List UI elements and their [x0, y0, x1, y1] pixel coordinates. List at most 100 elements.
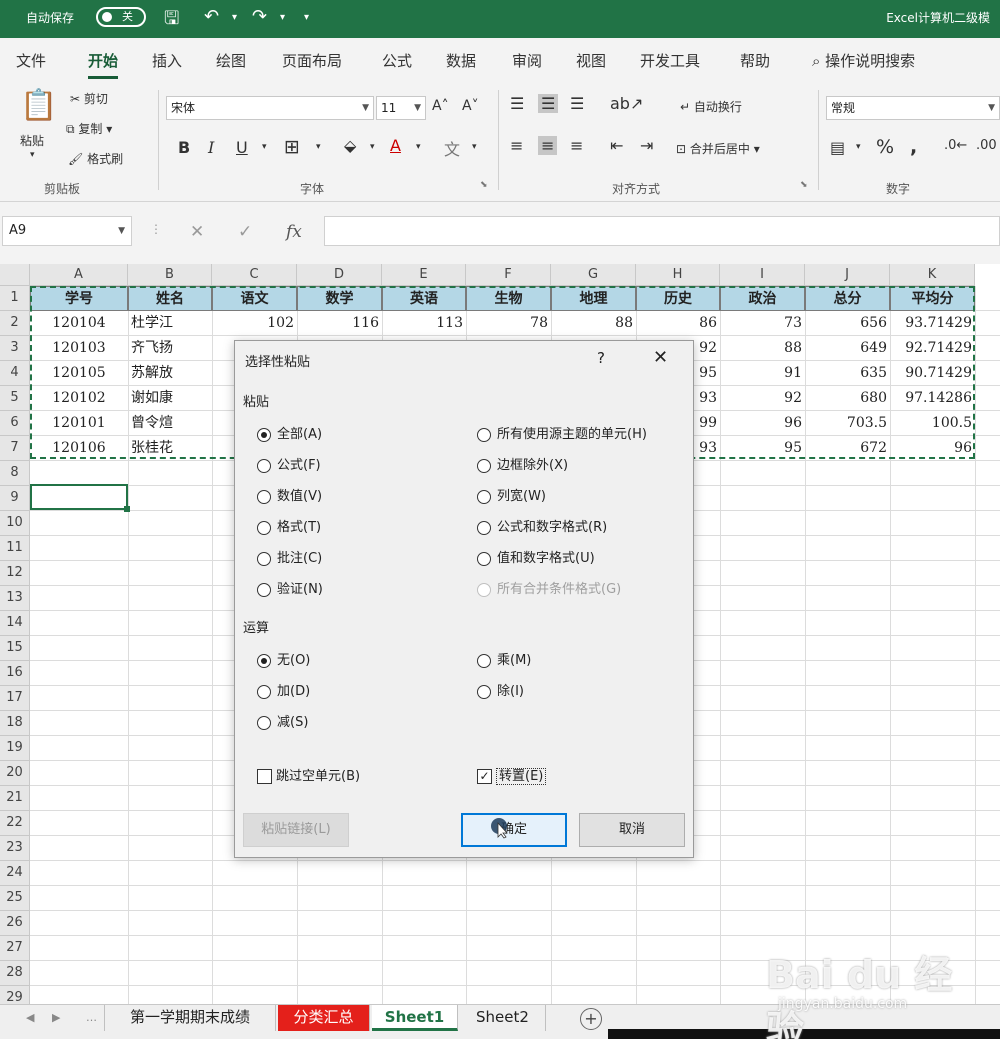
merge-center-button[interactable]: ⊡ 合并后居中 ▾ [676, 140, 760, 157]
help-button[interactable]: ? [597, 349, 605, 367]
radio-option[interactable]: 数值(V) [257, 485, 322, 504]
radio-option[interactable]: 列宽(W) [477, 485, 546, 504]
comma-icon[interactable]: , [910, 136, 917, 158]
row-header[interactable]: 16 [0, 661, 30, 686]
sheet-tab-sheet2[interactable]: Sheet2 [460, 1005, 546, 1031]
number-format-combo[interactable]: 常规 ▼ [826, 96, 1000, 120]
paste-icon[interactable]: 📋 [20, 88, 57, 123]
font-name-combo[interactable]: 宋体 ▼ [166, 96, 374, 120]
radio-option[interactable]: 批注(C) [257, 547, 322, 566]
row-header[interactable]: 3 [0, 336, 30, 361]
underline-dropdown-icon[interactable]: ▾ [262, 142, 267, 152]
tab-formulas[interactable]: 公式 [382, 50, 412, 71]
transpose-checkbox[interactable]: ✓ 转置(E) [477, 765, 547, 785]
cut-button[interactable]: ✂ 剪切 [70, 90, 108, 107]
cancel-icon[interactable]: ✕ [190, 222, 204, 242]
undo-dropdown-icon[interactable]: ▾ [232, 12, 237, 23]
radio-option[interactable]: 值和数字格式(U) [477, 547, 595, 566]
decrease-indent-icon[interactable]: ⇤ [610, 136, 623, 155]
row-header[interactable]: 17 [0, 686, 30, 711]
tab-page-layout[interactable]: 页面布局 [282, 50, 342, 71]
more-sheets-icon[interactable]: … [86, 1011, 97, 1024]
enter-icon[interactable]: ✓ [238, 222, 252, 242]
decrease-decimal-icon[interactable]: .00 [976, 138, 997, 153]
row-header[interactable]: 28 [0, 961, 30, 986]
tab-home[interactable]: 开始 [88, 50, 119, 79]
column-header[interactable]: G [551, 264, 636, 286]
row-header[interactable]: 13 [0, 586, 30, 611]
radio-option[interactable]: 除(I) [477, 680, 524, 699]
paste-dropdown-icon[interactable]: ▾ [30, 150, 35, 160]
row-header[interactable]: 9 [0, 486, 30, 511]
row-header[interactable]: 12 [0, 561, 30, 586]
fill-dropdown-icon[interactable]: ▾ [370, 142, 375, 152]
row-header[interactable]: 21 [0, 786, 30, 811]
column-header[interactable]: J [805, 264, 890, 286]
increase-decimal-icon[interactable]: .0← [944, 138, 967, 153]
row-header[interactable]: 25 [0, 886, 30, 911]
row-header[interactable]: 7 [0, 436, 30, 461]
column-header[interactable]: K [890, 264, 975, 286]
orientation-icon[interactable]: ab↗ [610, 94, 643, 113]
format-painter-button[interactable]: 🖌 格式刷 [68, 150, 123, 167]
radio-option[interactable]: 验证(N) [257, 578, 323, 597]
increase-indent-icon[interactable]: ⇥ [640, 136, 653, 155]
row-header[interactable]: 14 [0, 611, 30, 636]
row-header[interactable]: 23 [0, 836, 30, 861]
dialog-launcher-icon[interactable]: ⬊ [800, 180, 808, 190]
row-header[interactable]: 11 [0, 536, 30, 561]
percent-icon[interactable]: % [876, 136, 894, 158]
align-left-icon[interactable]: ≡ [510, 136, 523, 155]
radio-option[interactable]: 公式(F) [257, 454, 321, 473]
paste-button[interactable]: 粘贴 [20, 132, 44, 149]
phonetic-icon[interactable]: 文 [444, 136, 460, 160]
column-header[interactable]: F [466, 264, 551, 286]
paste-link-button[interactable]: 粘贴链接(L) [243, 813, 349, 847]
row-header[interactable]: 19 [0, 736, 30, 761]
next-sheet-icon[interactable]: ▶ [52, 1011, 60, 1024]
undo-icon[interactable]: ↶ [204, 6, 219, 27]
align-right-icon[interactable]: ≡ [570, 136, 583, 155]
radio-option[interactable]: 无(O) [257, 649, 310, 668]
name-box[interactable]: A9 ▼ [2, 216, 132, 246]
column-header[interactable]: C [212, 264, 297, 286]
row-header[interactable]: 1 [0, 286, 30, 311]
radio-option[interactable]: 加(D) [257, 680, 310, 699]
radio-option[interactable]: 所有合并条件格式(G) [477, 578, 621, 597]
wrap-text-button[interactable]: ↵ 自动换行 [680, 98, 742, 115]
row-header[interactable]: 15 [0, 636, 30, 661]
row-header[interactable]: 10 [0, 511, 30, 536]
skip-blanks-checkbox[interactable]: 跳过空单元(B) [257, 765, 360, 784]
phonetic-dropdown-icon[interactable]: ▾ [472, 142, 477, 152]
font-size-combo[interactable]: 11 ▼ [376, 96, 426, 120]
redo-dropdown-icon[interactable]: ▾ [280, 12, 285, 23]
radio-option[interactable]: 公式和数字格式(R) [477, 516, 607, 535]
customize-toolbar-icon[interactable]: ▾ [304, 12, 309, 23]
fill-color-icon[interactable]: ⬙ [344, 136, 356, 155]
bold-icon[interactable]: B [178, 138, 190, 157]
ok-button[interactable]: 确定 [461, 813, 567, 847]
column-header[interactable]: D [297, 264, 382, 286]
radio-option[interactable]: 格式(T) [257, 516, 321, 535]
redo-icon[interactable]: ↷ [252, 6, 267, 27]
row-header[interactable]: 4 [0, 361, 30, 386]
align-bottom-icon[interactable]: ☰ [570, 94, 584, 113]
font-color-dropdown-icon[interactable]: ▾ [416, 142, 421, 152]
row-header[interactable]: 2 [0, 311, 30, 336]
tab-help[interactable]: 帮助 [740, 50, 770, 71]
row-header[interactable]: 29 [0, 986, 30, 1004]
column-header[interactable]: E [382, 264, 466, 286]
decrease-font-icon[interactable]: A˅ [462, 98, 479, 114]
column-header[interactable]: B [128, 264, 212, 286]
column-header[interactable]: H [636, 264, 720, 286]
row-header[interactable]: 6 [0, 411, 30, 436]
radio-option[interactable]: 全部(A) [257, 423, 322, 442]
row-header[interactable]: 8 [0, 461, 30, 486]
row-header[interactable]: 27 [0, 936, 30, 961]
row-header[interactable]: 26 [0, 911, 30, 936]
prev-sheet-icon[interactable]: ◀ [26, 1011, 34, 1024]
radio-option[interactable]: 边框除外(X) [477, 454, 568, 473]
copy-button[interactable]: ⧉ 复制 ▾ [66, 120, 112, 137]
tab-data[interactable]: 数据 [446, 50, 476, 71]
borders-dropdown-icon[interactable]: ▾ [316, 142, 321, 152]
